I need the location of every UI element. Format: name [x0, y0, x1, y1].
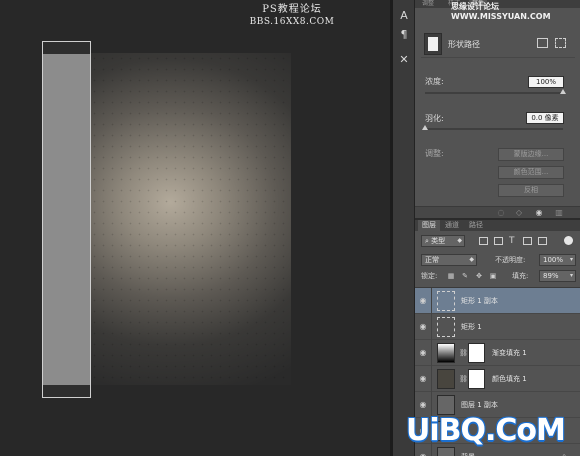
layer-thumbnail[interactable] [437, 317, 455, 337]
fill-value: 89% [543, 272, 559, 280]
watermark-line-1: PS教程论坛 [262, 4, 322, 15]
layer-row[interactable]: ◉ ⛓ 颜色填充 1 [415, 366, 580, 392]
layer-filter-select[interactable]: ⌕ 类型 ◆ [421, 235, 465, 247]
pixel-mask-icon[interactable] [537, 38, 548, 48]
layer-row[interactable]: ◉ 矩形 1 副本 [415, 288, 580, 314]
color-range-button[interactable]: 颜色范围... [498, 166, 564, 179]
layer-thumbnail[interactable] [437, 291, 455, 311]
layer-name: 图层 1 副本 [461, 401, 498, 409]
watermark: PS教程论坛 BBS.16XX8.COM [247, 4, 337, 28]
feather-slider[interactable] [422, 125, 563, 130]
lock-pixels-icon[interactable]: ✎ [461, 272, 469, 280]
opacity-field[interactable]: 100% ▾ [539, 254, 576, 266]
load-selection-icon[interactable]: ◌ [495, 208, 507, 218]
layer-mask-thumbnail[interactable] [468, 369, 485, 389]
layer-row[interactable]: ◉ ⛓ 渐变填充 1 [415, 340, 580, 366]
link-icon[interactable]: ⛓ [459, 375, 468, 384]
link-icon[interactable]: ⛓ [459, 349, 468, 358]
layer-divider [431, 340, 432, 366]
lock-icon: 🔒︎ [562, 452, 566, 456]
site-overlay-text: 思缘设计论坛 WWW.MISSYUAN.COM [451, 2, 551, 21]
document-canvas[interactable] [90, 53, 291, 385]
tab-layers[interactable]: 图层 [418, 220, 440, 231]
eye-icon[interactable]: ◉ [418, 452, 428, 456]
filter-type-icon[interactable]: T [509, 237, 518, 246]
eye-icon[interactable]: ◉ [418, 322, 428, 332]
fill-label: 填充: [512, 272, 529, 280]
invert-button[interactable]: 反相 [498, 184, 564, 197]
properties-panel: 调整 样式 属性 思缘设计论坛 WWW.MISSYUAN.COM 形状路径 浓度… [415, 0, 580, 218]
filter-adjustment-icon[interactable] [494, 237, 503, 245]
eye-icon[interactable]: ◉ [418, 400, 428, 410]
lock-position-icon[interactable]: ✥ [475, 272, 483, 280]
chevron-down-icon: ▾ [569, 256, 573, 263]
tab-channels[interactable]: 通道 [441, 220, 463, 231]
properties-title: 形状路径 [448, 40, 480, 49]
filter-toggle[interactable] [564, 236, 573, 245]
layer-divider [431, 314, 432, 340]
panel-icon-strip: A ¶ ✕ [393, 0, 415, 456]
adjust-label: 调整: [425, 149, 444, 158]
blend-mode-select[interactable]: 正常 ◆ [421, 254, 477, 266]
chevron-down-icon: ◆ [457, 237, 462, 244]
lock-transparency-icon[interactable]: ▦ [447, 272, 455, 280]
lock-label: 锁定: [421, 272, 438, 280]
layer-name: 矩形 1 副本 [461, 297, 498, 305]
feather-field[interactable]: 0.0 像素 [526, 112, 564, 124]
blend-mode-value: 正常 [425, 256, 439, 264]
tools-icon[interactable]: ✕ [396, 52, 412, 68]
layer-divider [431, 366, 432, 392]
layers-tabs: 图层 通道 路径 [415, 220, 580, 231]
layer-name: 矩形 1 [461, 323, 482, 331]
layer-name: 渐变填充 1 [492, 349, 527, 357]
filter-shape-icon[interactable] [523, 237, 532, 245]
density-slider[interactable] [425, 89, 566, 94]
opacity-value: 100% [543, 256, 564, 264]
delete-mask-icon[interactable]: ▥ [553, 208, 565, 218]
layer-name: 背景 [461, 452, 475, 456]
type-icon[interactable]: A [396, 8, 412, 24]
watermark-line-2: BBS.16XX8.COM [249, 17, 335, 27]
layer-filter-value: 类型 [431, 237, 446, 245]
layer-name: 颜色填充 1 [492, 375, 527, 383]
density-slider-knob[interactable] [560, 89, 566, 94]
rectangle-top-band [43, 42, 90, 54]
shape-path-thumbnail [424, 33, 442, 55]
feather-slider-knob[interactable] [422, 125, 428, 130]
rectangle-bottom-band [43, 385, 90, 397]
chevron-down-icon: ◆ [469, 256, 474, 263]
opacity-label: 不透明度: [495, 256, 526, 264]
chevron-down-icon: ▾ [569, 272, 573, 279]
eye-icon[interactable]: ◉ [418, 296, 428, 306]
filter-pixel-icon[interactable] [479, 237, 488, 245]
layer-row[interactable]: ◉ 矩形 1 [415, 314, 580, 340]
fill-field[interactable]: 89% ▾ [539, 270, 576, 282]
tab-adjustments[interactable]: 调整 [419, 0, 437, 8]
layer-mask-thumbnail[interactable] [468, 343, 485, 363]
properties-header: 形状路径 [421, 30, 575, 58]
properties-footer: ◌ ◇ ◉ ▥ [415, 206, 580, 218]
feather-label: 羽化: [425, 114, 444, 123]
apply-mask-icon[interactable]: ◇ [513, 208, 525, 218]
visibility-icon[interactable]: ◉ [533, 208, 545, 218]
lock-all-icon[interactable]: ▣ [489, 272, 497, 280]
site-logo: UiBQ.CoM [406, 413, 566, 448]
canvas-workspace[interactable]: PS教程论坛 BBS.16XX8.COM [0, 0, 390, 456]
mask-edge-button[interactable]: 蒙版边缘... [498, 148, 564, 161]
tab-paths[interactable]: 路径 [465, 220, 487, 231]
eye-icon[interactable]: ◉ [418, 374, 428, 384]
layer-divider [431, 288, 432, 314]
filter-smart-object-icon[interactable] [538, 237, 547, 245]
rectangle-shape[interactable] [42, 41, 91, 398]
layer-thumbnail[interactable] [437, 369, 455, 389]
paragraph-icon[interactable]: ¶ [396, 27, 412, 43]
layer-thumbnail[interactable] [437, 343, 455, 363]
eye-icon[interactable]: ◉ [418, 348, 428, 358]
density-field[interactable]: 100% [528, 76, 564, 88]
density-label: 浓度: [425, 77, 444, 86]
vector-mask-icon[interactable] [555, 38, 566, 48]
